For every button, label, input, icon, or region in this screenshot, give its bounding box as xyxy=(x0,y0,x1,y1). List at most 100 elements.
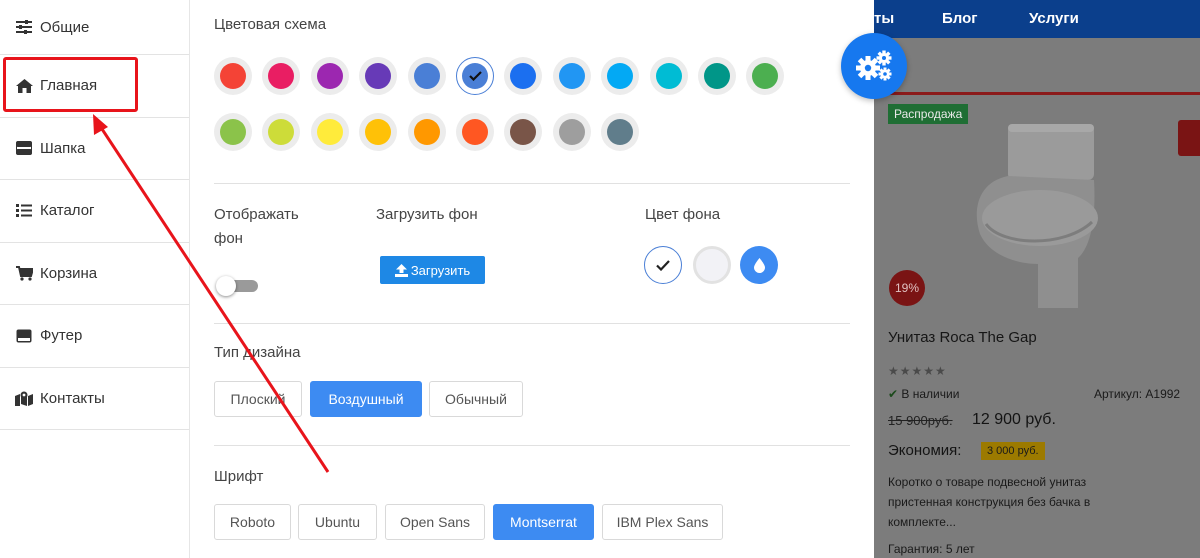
color-swatch-dot xyxy=(655,63,682,89)
sidebar-item-header[interactable]: Шапка xyxy=(0,118,189,180)
font-ubuntu-button[interactable]: Ubuntu xyxy=(298,504,377,540)
preview-nav-item[interactable]: Блог xyxy=(942,10,978,27)
color-swatch-dot xyxy=(704,63,730,89)
guarantee: Гарантия: 5 лет xyxy=(888,542,975,556)
sale-badge: Распродажа xyxy=(888,104,969,124)
bg-color-light-gray[interactable] xyxy=(693,246,731,284)
color-swatch[interactable] xyxy=(601,113,640,151)
color-scheme-title: Цветовая схема xyxy=(214,16,327,33)
color-swatch-dot xyxy=(220,63,246,89)
color-swatch[interactable] xyxy=(456,113,494,151)
old-price: 15 900руб. xyxy=(888,413,953,428)
color-swatch[interactable] xyxy=(746,57,785,95)
color-swatch[interactable] xyxy=(310,113,349,151)
preview-nav: ты Блог Услуги xyxy=(874,0,1200,38)
sidebar-item-label: Контакты xyxy=(40,389,105,407)
color-swatch-dot xyxy=(510,63,537,89)
color-swatch-dot xyxy=(316,63,343,89)
product-card: Распродажа 19% Унитаз Roca The Gap ★★★★★… xyxy=(888,104,1200,558)
settings-sidebar: Общие Главная Шапка Каталог Корзина Футе… xyxy=(0,0,190,558)
upload-button[interactable]: Загрузить xyxy=(380,256,485,284)
design-normal-button[interactable]: Обычный xyxy=(429,381,523,417)
color-swatch-dot xyxy=(607,119,634,145)
sidebar-item-catalog[interactable]: Каталог xyxy=(0,180,189,243)
color-swatch[interactable] xyxy=(214,57,252,95)
color-swatch-dot xyxy=(413,63,440,89)
footer-icon xyxy=(14,328,34,344)
sidebar-item-general[interactable]: Общие xyxy=(0,0,189,55)
check-icon xyxy=(656,259,670,271)
color-swatch[interactable] xyxy=(407,57,446,95)
preview-divider xyxy=(874,92,1200,95)
list-icon xyxy=(14,203,34,219)
color-swatch[interactable] xyxy=(601,57,640,95)
product-image xyxy=(976,124,1098,308)
color-swatch-dot xyxy=(607,63,634,89)
sidebar-item-footer[interactable]: Футер xyxy=(0,305,189,368)
upload-icon xyxy=(394,263,408,277)
sidebar-item-label: Общие xyxy=(40,18,90,36)
color-swatch-dot xyxy=(220,119,246,145)
color-swatch[interactable] xyxy=(698,57,736,95)
preview-nav-item[interactable]: ты xyxy=(874,10,894,27)
settings-panel: Цветовая схема Отображать фон Загрузить … xyxy=(190,0,874,558)
font-roboto-button[interactable]: Roboto xyxy=(214,504,291,540)
color-swatch[interactable] xyxy=(262,113,301,151)
color-swatch-dot xyxy=(413,119,440,145)
sidebar-item-label: Футер xyxy=(40,327,83,345)
savings-badge: 3 000 руб. xyxy=(981,442,1045,460)
color-swatch[interactable] xyxy=(504,57,543,95)
article-number: Артикул: A1992 xyxy=(1094,387,1181,401)
color-swatch[interactable] xyxy=(359,113,398,151)
font-montserrat-button[interactable]: Montserrat xyxy=(493,504,594,540)
show-bg-toggle[interactable] xyxy=(216,276,258,296)
font-ibm-plex-sans-button[interactable]: IBM Plex Sans xyxy=(602,504,723,540)
color-swatch[interactable] xyxy=(552,113,591,151)
new-price: 12 900 руб. xyxy=(972,411,1056,428)
color-swatch[interactable] xyxy=(552,57,591,95)
sliders-icon xyxy=(14,19,34,35)
product-name[interactable]: Унитаз Roca The Gap xyxy=(888,329,1037,346)
discount-badge: 19% xyxy=(889,270,925,306)
color-swatch-dot xyxy=(365,119,392,145)
design-flat-button[interactable]: Плоский xyxy=(214,381,302,417)
color-swatch-dot xyxy=(268,63,295,89)
cart-icon xyxy=(14,265,34,281)
color-swatch[interactable] xyxy=(262,57,301,95)
color-swatch[interactable] xyxy=(456,57,494,95)
color-swatch[interactable] xyxy=(407,113,446,151)
gears-icon xyxy=(856,50,892,81)
sidebar-item-contacts[interactable]: Контакты xyxy=(0,368,189,430)
bg-color-custom[interactable] xyxy=(740,246,778,284)
header-icon xyxy=(14,140,34,156)
droplet-icon xyxy=(753,257,765,273)
design-airy-button[interactable]: Воздушный xyxy=(310,381,422,417)
stock-label: В наличии xyxy=(901,387,960,401)
toggle-knob xyxy=(216,276,236,296)
color-swatch-dot xyxy=(365,63,392,89)
check-icon xyxy=(468,71,482,81)
sidebar-item-home[interactable]: Главная xyxy=(0,55,189,118)
sidebar-item-cart[interactable]: Корзина xyxy=(0,243,189,305)
preview-nav-item[interactable]: Услуги xyxy=(1029,10,1079,27)
check-icon: ✔ xyxy=(888,387,902,401)
show-bg-label: Отображать фон xyxy=(214,206,299,247)
color-swatch[interactable] xyxy=(214,113,252,151)
settings-gear-button[interactable] xyxy=(841,33,907,99)
color-swatch[interactable] xyxy=(310,57,349,95)
bg-color-label: Цвет фона xyxy=(645,206,721,223)
product-description: Коротко о товаре подвесной унитаз присте… xyxy=(888,475,1091,529)
color-swatch-dot xyxy=(558,63,585,89)
color-swatch[interactable] xyxy=(359,57,398,95)
color-swatch[interactable] xyxy=(649,57,688,95)
font-open-sans-button[interactable]: Open Sans xyxy=(385,504,485,540)
color-swatch-dot xyxy=(268,119,295,145)
upload-button-label: Загрузить xyxy=(410,262,471,278)
color-swatch-dot xyxy=(558,119,585,145)
bg-color-white[interactable] xyxy=(644,246,682,284)
color-swatch-dot xyxy=(316,119,343,145)
sidebar-item-label: Каталог xyxy=(40,202,95,220)
upload-bg-label: Загрузить фон xyxy=(376,206,478,223)
sidebar-item-label: Корзина xyxy=(40,264,98,282)
color-swatch[interactable] xyxy=(504,113,543,151)
